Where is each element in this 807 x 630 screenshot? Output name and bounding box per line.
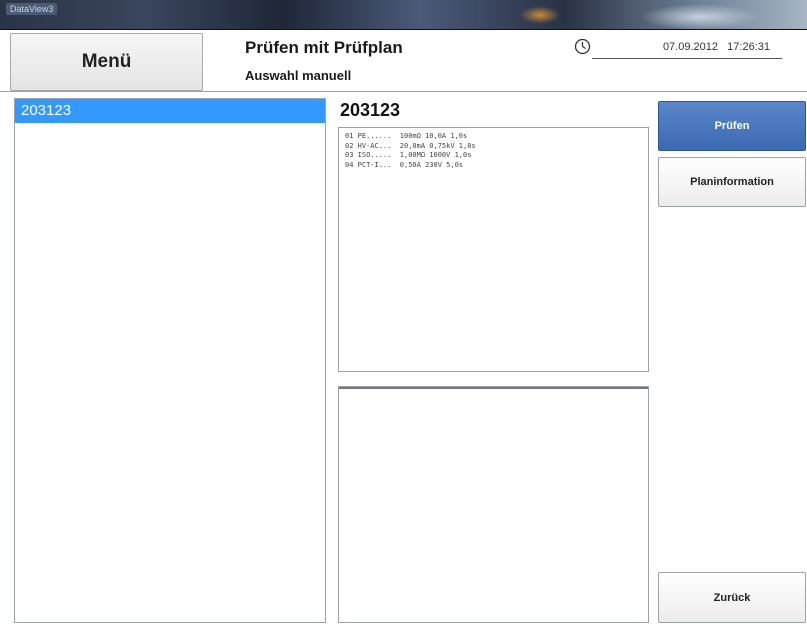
plan-step: 03 ISO..... 1,00MΩ 1000V 1,0s xyxy=(345,151,472,159)
plan-steps-box: 01 PE...... 100mΩ 10,0A 1,0s 02 HV-AC...… xyxy=(338,127,649,372)
titlebar-decoration xyxy=(520,6,560,24)
header-bar: Menü Prüfen mit Prüfplan Auswahl manuell… xyxy=(0,30,807,92)
test-plan-list[interactable]: 203123 xyxy=(14,98,326,623)
plan-step: 01 PE...... 100mΩ 10,0A 1,0s xyxy=(345,132,468,140)
titlebar-decoration-2 xyxy=(640,4,760,30)
datetime-display: 07.09.2012 17:26:31 xyxy=(592,41,782,59)
plan-step: 04 PCT-I... 0,50A 230V 5,0s xyxy=(345,160,464,169)
time-text: 17:26:31 xyxy=(727,41,770,53)
plan-info-box xyxy=(338,386,649,623)
plan-title: 203123 xyxy=(340,100,401,120)
divider xyxy=(339,387,648,389)
window-titlebar: DataView3 xyxy=(0,0,807,30)
date-text: 07.09.2012 xyxy=(662,41,718,53)
plan-step: 02 HV-AC... 20,0mA 0,75kV 1,0s xyxy=(345,141,476,150)
pruefen-button[interactable]: Prüfen xyxy=(658,101,806,151)
menu-button[interactable]: Menü xyxy=(10,33,203,91)
clock-icon xyxy=(574,38,591,55)
list-item[interactable]: 203123 xyxy=(15,99,325,123)
page-subtitle: Auswahl manuell xyxy=(245,68,352,83)
planinformation-button[interactable]: Planinformation xyxy=(658,157,806,207)
page-title: Prüfen mit Prüfplan xyxy=(245,38,403,57)
window-title: DataView3 xyxy=(6,3,58,15)
zurueck-button[interactable]: Zurück xyxy=(658,572,806,623)
